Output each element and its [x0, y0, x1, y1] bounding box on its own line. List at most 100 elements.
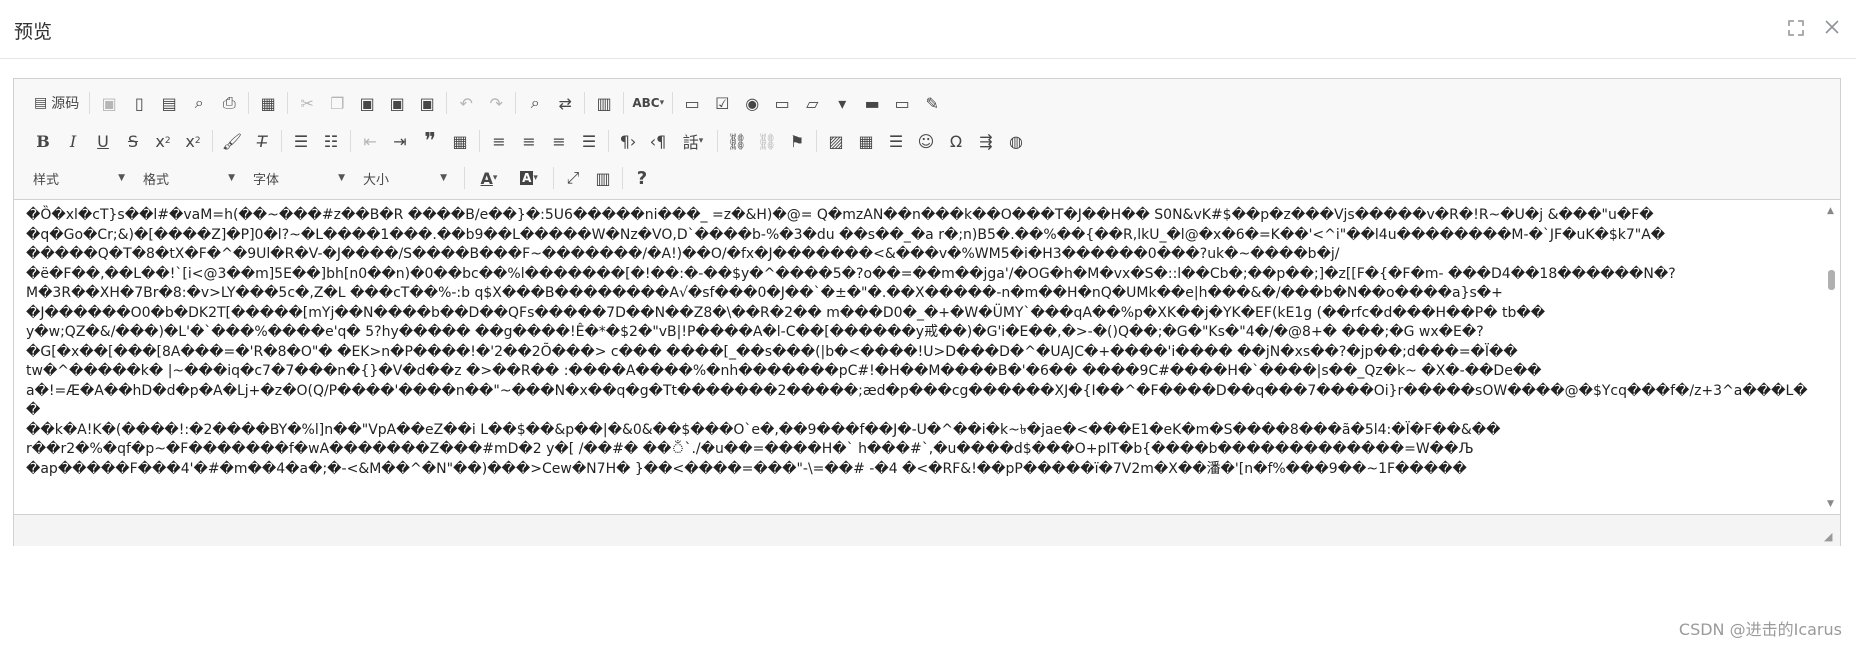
rtl-icon[interactable]: ‹¶ [643, 128, 673, 154]
close-icon[interactable] [1822, 19, 1842, 39]
save-icon[interactable]: ▣ [94, 90, 124, 116]
copy-icon[interactable]: ❐ [322, 90, 352, 116]
undo-icon[interactable]: ↶ [451, 90, 481, 116]
font-dropdown[interactable]: 字体 ▼ [248, 166, 352, 190]
div-container-icon[interactable]: ▦ [445, 128, 475, 154]
copy-format-icon[interactable]: 🖌 [217, 128, 247, 154]
bulleted-list-icon[interactable]: ☷ [316, 128, 346, 154]
hidden-field-icon[interactable]: ✎ [917, 90, 947, 116]
select-field-icon[interactable]: ▾ [827, 90, 857, 116]
table-icon[interactable]: ▦ [851, 128, 881, 154]
chevron-down-icon: ▼ [338, 173, 345, 183]
resize-handle-icon[interactable]: ◢ [1824, 531, 1836, 543]
superscript-icon[interactable]: x2 [178, 128, 208, 154]
size-dropdown[interactable]: 大小 ▼ [358, 166, 454, 190]
size-dropdown-label: 大小 [363, 172, 390, 188]
underline-icon[interactable]: U [88, 128, 118, 154]
align-center-icon[interactable]: ≡ [514, 128, 544, 154]
export-pdf-icon[interactable]: ▤ [154, 90, 184, 116]
background-color-icon[interactable]: A ▾ [509, 165, 549, 191]
strikethrough-icon[interactable]: S [118, 128, 148, 154]
editor-statusbar: ◢ [14, 514, 1840, 546]
vertical-scrollbar[interactable]: ▲ ▼ [1823, 200, 1840, 513]
content-line: �J������O0�b�DK2T[�����[mYj��N����b��D��… [26, 304, 1546, 321]
source-button[interactable]: ▤ 源码 [28, 90, 85, 116]
styles-dropdown[interactable]: 样式 ▼ [28, 166, 132, 190]
italic-icon[interactable]: I [58, 128, 88, 154]
new-page-icon[interactable]: ▯ [124, 90, 154, 116]
cut-icon[interactable]: ✂ [292, 90, 322, 116]
radio-icon[interactable]: ◉ [737, 90, 767, 116]
toolbar-row-3: 样式 ▼ 格式 ▼ 字体 ▼ 大小 ▼ A ▾ A ▾ ⤢ ▥ ? [28, 162, 657, 194]
align-left-icon[interactable]: ≡ [484, 128, 514, 154]
format-dropdown[interactable]: 格式 ▼ [138, 166, 242, 190]
blockquote-icon[interactable]: ❞ [415, 128, 445, 154]
bold-icon[interactable]: B [28, 128, 58, 154]
source-icon: ▤ [34, 95, 48, 111]
preview-icon[interactable]: ⌕ [184, 90, 214, 116]
source-button-label: 源码 [51, 96, 80, 112]
image-button-icon[interactable]: ▭ [887, 90, 917, 116]
rich-text-editor: ▤ 源码 ▣ ▯ ▤ ⌕ ⎙ ▦ ✂ ❐ ▣ ▣ ▣ ↶ ↷ ⌕ ⇄ ▥ ABC… [13, 78, 1841, 546]
link-icon[interactable]: ⛓ [722, 128, 752, 154]
help-icon[interactable]: ? [627, 165, 657, 191]
styles-dropdown-label: 样式 [33, 172, 60, 188]
format-dropdown-label: 格式 [143, 172, 170, 188]
select-all-icon[interactable]: ▥ [589, 90, 619, 116]
content-line: �ë�F��,��L��!`[i<@3��m]5E��]bh[n0��n)�0�… [26, 265, 1676, 282]
toolbar-row-1: ▤ 源码 ▣ ▯ ▤ ⌕ ⎙ ▦ ✂ ❐ ▣ ▣ ▣ ↶ ↷ ⌕ ⇄ ▥ ABC… [28, 87, 947, 119]
redo-icon[interactable]: ↷ [481, 90, 511, 116]
form-icon[interactable]: ▭ [677, 90, 707, 116]
subscript-icon[interactable]: x2 [148, 128, 178, 154]
horizontal-rule-icon[interactable]: ☰ [881, 128, 911, 154]
maximize-icon[interactable]: ⤢ [558, 165, 588, 191]
checkbox-icon[interactable]: ☑ [707, 90, 737, 116]
special-char-icon[interactable]: Ω [941, 128, 971, 154]
spellcheck-icon[interactable]: ABC ▾ [628, 90, 668, 116]
templates-icon[interactable]: ▦ [253, 90, 283, 116]
justify-icon[interactable]: ☰ [574, 128, 604, 154]
paste-icon[interactable]: ▣ [352, 90, 382, 116]
content-line: r��r2�%�qf�p~�F�������f�wA�������Z���#mD… [26, 441, 1474, 457]
replace-icon[interactable]: ⇄ [550, 90, 580, 116]
text-color-icon[interactable]: A ▾ [469, 165, 509, 191]
textarea-icon[interactable]: ▱ [797, 90, 827, 116]
align-right-icon[interactable]: ≡ [544, 128, 574, 154]
editor-content[interactable]: �Ȍ�xl�cT}s��l#�vaM=h(��~���#z��B�R ����B… [14, 200, 1822, 513]
remove-format-icon[interactable]: T̶ [247, 128, 277, 154]
print-icon[interactable]: ⎙ [214, 90, 244, 116]
chevron-down-icon: ▼ [440, 173, 447, 183]
dialog-header: 预览 [0, 0, 1856, 59]
fullscreen-icon[interactable] [1786, 19, 1806, 39]
scroll-down-icon[interactable]: ▼ [1827, 499, 1834, 509]
paste-word-icon[interactable]: ▣ [412, 90, 442, 116]
smiley-icon[interactable]: ☺ [911, 128, 941, 154]
find-icon[interactable]: ⌕ [520, 90, 550, 116]
anchor-icon[interactable]: ⚑ [782, 128, 812, 154]
image-icon[interactable]: ▨ [821, 128, 851, 154]
ltr-icon[interactable]: ¶› [613, 128, 643, 154]
toolbar-row-2: B I U S x2 x2 🖌 T̶ ☰ ☷ ⇤ ⇥ ❞ ▦ ≡ ≡ ≡ ☰ ¶… [28, 125, 1031, 157]
iframe-icon[interactable]: ◍ [1001, 128, 1031, 154]
editor-toolbar: ▤ 源码 ▣ ▯ ▤ ⌕ ⎙ ▦ ✂ ❐ ▣ ▣ ▣ ↶ ↷ ⌕ ⇄ ▥ ABC… [14, 79, 1840, 200]
button-field-icon[interactable]: ▬ [857, 90, 887, 116]
outdent-icon[interactable]: ⇤ [355, 128, 385, 154]
content-line: y�w;QZ�&/���)�L'�`���%����e'q� 5?hy�����… [26, 324, 1484, 340]
show-blocks-icon[interactable]: ▥ [588, 165, 618, 191]
textfield-icon[interactable]: ▭ [767, 90, 797, 116]
page-break-icon[interactable]: ⇶ [971, 128, 1001, 154]
content-line: �����Q�T�8�tX�F�^�9Ul�R�V-�J����/S����B�… [26, 246, 1340, 262]
paste-text-icon[interactable]: ▣ [382, 90, 412, 116]
unlink-icon[interactable]: ⛓ [752, 128, 782, 154]
language-icon[interactable]: 話 ▾ [673, 128, 713, 154]
scroll-up-icon[interactable]: ▲ [1827, 206, 1834, 216]
watermark: CSDN @进击的Icarus [1678, 620, 1842, 639]
indent-icon[interactable]: ⇥ [385, 128, 415, 154]
chevron-down-icon: ▼ [118, 173, 125, 183]
numbered-list-icon[interactable]: ☰ [286, 128, 316, 154]
content-line: �Ȍ�xl�cT}s��l#�vaM=h(��~���#z��B�R ����B… [26, 207, 1654, 223]
scroll-thumb[interactable] [1828, 270, 1835, 290]
content-line: �G[�x��[���[8A���=�'R�8�O"� �EK>n�P����!… [26, 343, 1518, 360]
content-line: M�3R��XH�7Br�8:�v>LY���5c�,Z�L ���cT��%-… [26, 285, 1503, 301]
font-dropdown-label: 字体 [253, 172, 280, 188]
